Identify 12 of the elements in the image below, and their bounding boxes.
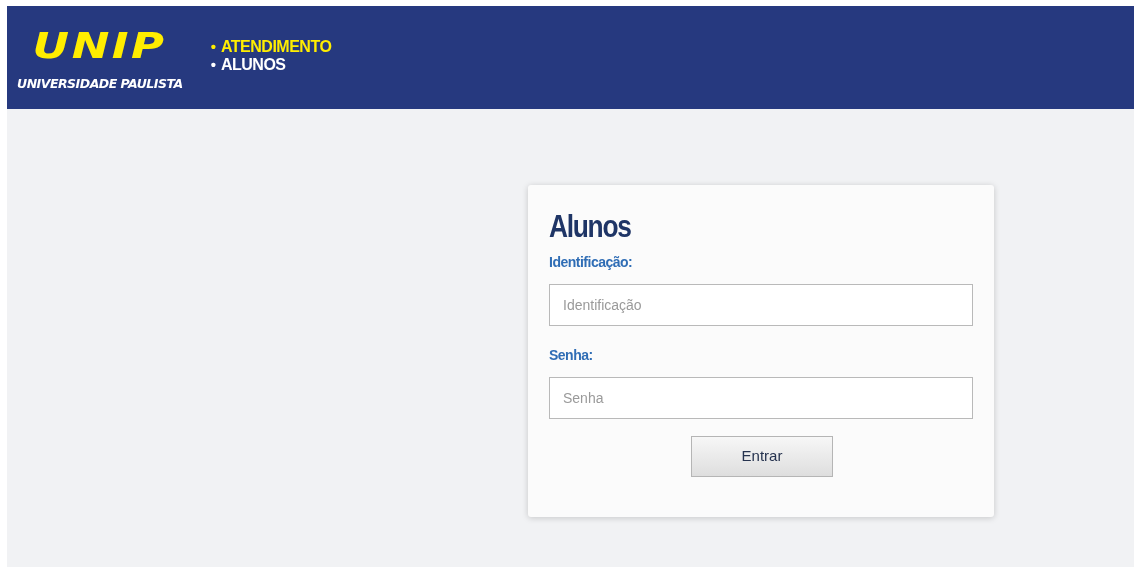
input-field[interactable]: Identificação xyxy=(549,284,973,326)
bullet-icon: • xyxy=(210,38,216,56)
logo-subtitle: UNIVERSIDADE PAULISTA xyxy=(17,77,183,91)
login-title: Alunos xyxy=(549,208,632,246)
nav-link[interactable]: ATENDIMENTO xyxy=(220,38,332,56)
login-button[interactable]: Entrar xyxy=(691,436,833,477)
logo-wordmark: UNIP xyxy=(32,28,167,64)
input-field[interactable]: Senha xyxy=(549,377,973,419)
bullet-icon: • xyxy=(210,56,216,74)
field-label: Senha: xyxy=(549,346,594,365)
field-label: Identificação: xyxy=(549,253,634,272)
nav-link[interactable]: ALUNOS xyxy=(220,56,286,74)
